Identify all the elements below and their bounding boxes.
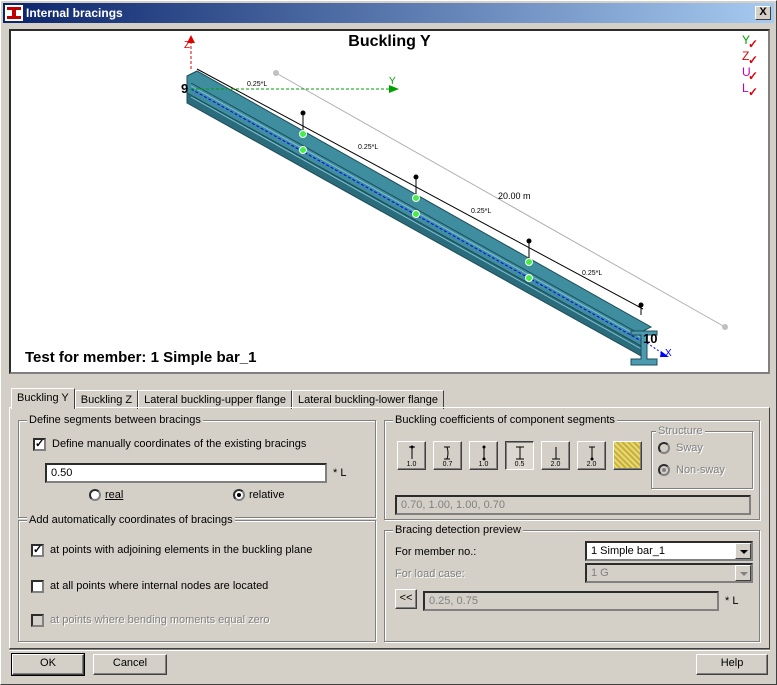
radio-non-sway-label: Non-sway [676, 464, 725, 476]
member-label: For member no.: [395, 546, 477, 558]
window-title: Internal bracings [26, 6, 123, 20]
chevron-down-icon[interactable] [735, 543, 751, 559]
coefficient-button-0-5[interactable]: 0.5 [505, 441, 534, 470]
member-caption: Test for member: 1 Simple bar_1 [25, 349, 257, 366]
tab-strip: Buckling Y Buckling Z Lateral buckling-u… [11, 388, 445, 409]
end-node-label: 10 [643, 331, 657, 346]
coordinates-unit: * L [333, 467, 347, 479]
radio-sway-label: Sway [676, 442, 703, 454]
structure-label: Structure [656, 425, 705, 437]
radio-real-label: real [105, 489, 124, 501]
legend-item-y[interactable]: Y ✓ [742, 33, 762, 51]
coefficient-button-1-0[interactable]: 1.0 [397, 441, 426, 470]
internal-nodes-label: at all points where internal nodes are l… [50, 580, 269, 592]
coefficients-group: Buckling coefficients of component segme… [384, 414, 760, 520]
segment-label: 0.25*L [471, 208, 491, 215]
auto-group-label: Add automatically coordinates of bracing… [27, 514, 235, 526]
adjoining-elements-checkbox[interactable]: ✓ [31, 544, 44, 557]
buckling-legend: Y ✓ Z ✓ U ✓ L ✓ [742, 33, 762, 99]
coefficient-button-2-0[interactable]: 2.0 [541, 441, 570, 470]
coefficients-values-field: 0.70, 1.00, 1.00, 0.70 [395, 495, 751, 515]
y-axis-label: Y [389, 76, 396, 87]
segment-label: 0.25*L [582, 270, 602, 277]
manual-coordinates-checkbox[interactable]: ✓ [33, 438, 46, 451]
internal-nodes-checkbox[interactable] [31, 580, 44, 593]
cancel-button[interactable]: Cancel [93, 654, 167, 675]
zero-moments-checkbox [31, 614, 44, 627]
zero-moments-label: at points where bending moments equal ze… [50, 614, 270, 626]
dimension-end-marker [722, 324, 728, 330]
tab-panel: Define segments between bracings ✓ Defin… [9, 407, 770, 649]
beam-drawing: Z Y X 9 10 20.00 m 0.25*L 0.25*L 0.25*L … [181, 35, 728, 366]
beam-preview-viewport[interactable]: Z Y X 9 10 20.00 m 0.25*L 0.25*L 0.25*L … [9, 29, 770, 374]
length-label: 20.00 m [498, 191, 531, 201]
ok-button[interactable]: OK [11, 653, 85, 676]
segments-group-label: Define segments between bracings [27, 414, 203, 426]
title-bar: Internal bracings X [3, 3, 774, 23]
dialog-window: Internal bracings X Z Y X 9 10 20.00 m 0… [0, 0, 777, 685]
beam-web [186, 70, 653, 348]
loadcase-label: For load case: [395, 568, 465, 580]
legend-item-l[interactable]: L ✓ [742, 81, 762, 99]
structure-group: Structure Sway Non-sway [651, 425, 753, 489]
start-node-label: 9 [181, 81, 188, 96]
separator [9, 649, 770, 651]
radio-non-sway [658, 464, 670, 476]
segment-label: 0.25*L [247, 81, 267, 88]
preview-group-label: Bracing detection preview [393, 524, 523, 536]
auto-coordinates-group: Add automatically coordinates of bracing… [18, 514, 376, 642]
view-title: Buckling Y [348, 33, 431, 50]
adjoining-elements-label: at points with adjoining elements in the… [50, 544, 313, 556]
coefficient-button-2-0-b[interactable]: 2.0 [577, 441, 606, 470]
check-icon: ✓ [748, 85, 759, 99]
detected-coordinates-field: 0.25, 0.75 [423, 591, 719, 611]
segments-group: Define segments between bracings ✓ Defin… [18, 414, 376, 518]
legend-item-z[interactable]: Z ✓ [742, 49, 762, 67]
legend-item-u[interactable]: U ✓ [742, 65, 762, 83]
coordinates-input[interactable]: 0.50 [45, 463, 327, 483]
help-button[interactable]: Help [696, 654, 768, 675]
app-logo-icon [5, 5, 23, 21]
coefficient-button-1-0-b[interactable]: 1.0 [469, 441, 498, 470]
radio-relative-label: relative [249, 489, 285, 501]
radio-sway [658, 442, 670, 454]
loadcase-select: 1 G [585, 563, 753, 583]
member-select[interactable]: 1 Simple bar_1 [585, 541, 753, 561]
tab-buckling-y[interactable]: Buckling Y [11, 388, 75, 409]
coefficients-group-label: Buckling coefficients of component segme… [393, 414, 617, 426]
preview-group: Bracing detection preview For member no.… [384, 524, 760, 642]
custom-coefficient-button[interactable] [613, 441, 642, 470]
radio-relative[interactable] [233, 489, 245, 501]
radio-real[interactable] [89, 489, 101, 501]
copy-coordinates-button[interactable]: << [395, 589, 417, 609]
dimension-end-marker [273, 70, 279, 76]
x-axis-label: X [665, 348, 672, 359]
detected-coordinates-unit: * L [725, 595, 739, 607]
segment-label: 0.25*L [358, 144, 378, 151]
chevron-down-icon [735, 565, 751, 581]
coefficient-button-0-7[interactable]: 0.7 [433, 441, 462, 470]
segment-dimension-line [196, 68, 644, 310]
manual-coordinates-label: Define manually coordinates of the exist… [52, 438, 307, 450]
close-button[interactable]: X [755, 6, 771, 20]
